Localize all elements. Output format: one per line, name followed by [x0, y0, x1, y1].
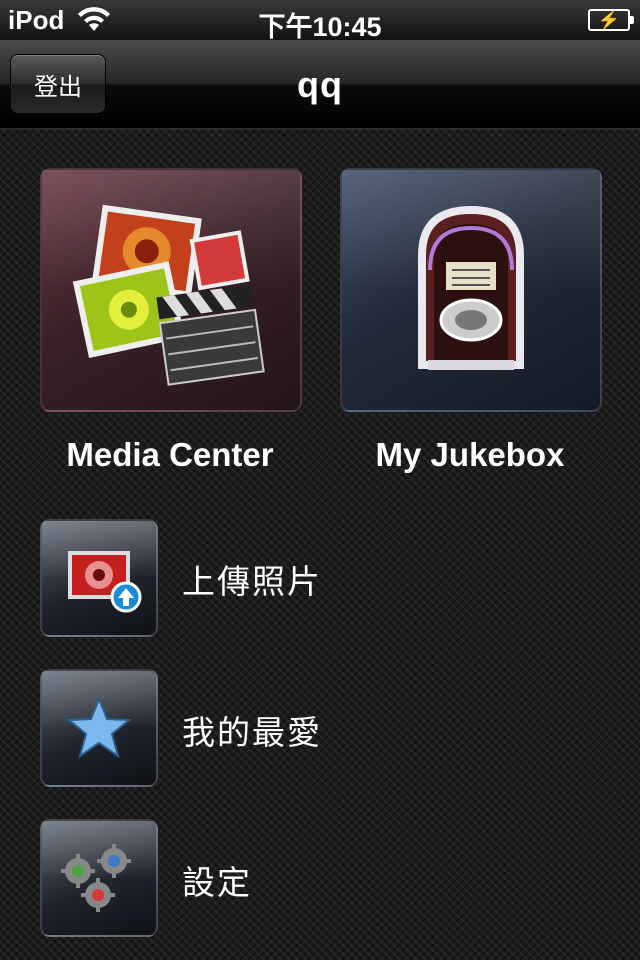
status-time: 下午10:45 [258, 12, 382, 42]
gears-icon [61, 844, 131, 912]
upload-photo-label[interactable]: 上傳照片 [182, 555, 322, 603]
upload-photo-icon [68, 551, 142, 613]
settings-label[interactable]: 設定 [182, 856, 252, 904]
page-title: qq [297, 64, 343, 105]
media-center-label[interactable]: Media Center [20, 436, 320, 474]
star-icon [66, 696, 132, 759]
favorites-button[interactable] [40, 669, 158, 787]
navigation-bar: 登出 qq [0, 40, 640, 130]
status-bar: iPod 下午10:45 ⚡ [0, 0, 640, 42]
upload-photo-button[interactable] [40, 519, 158, 637]
battery-icon: ⚡ [588, 9, 634, 31]
jukebox-icon [418, 205, 524, 370]
settings-button[interactable] [40, 819, 158, 937]
media-center-tile[interactable] [40, 168, 302, 412]
my-jukebox-label[interactable]: My Jukebox [320, 436, 620, 474]
my-jukebox-tile[interactable] [340, 168, 602, 412]
photos-clapperboard-icon [72, 204, 265, 386]
favorites-label[interactable]: 我的最愛 [182, 706, 322, 754]
